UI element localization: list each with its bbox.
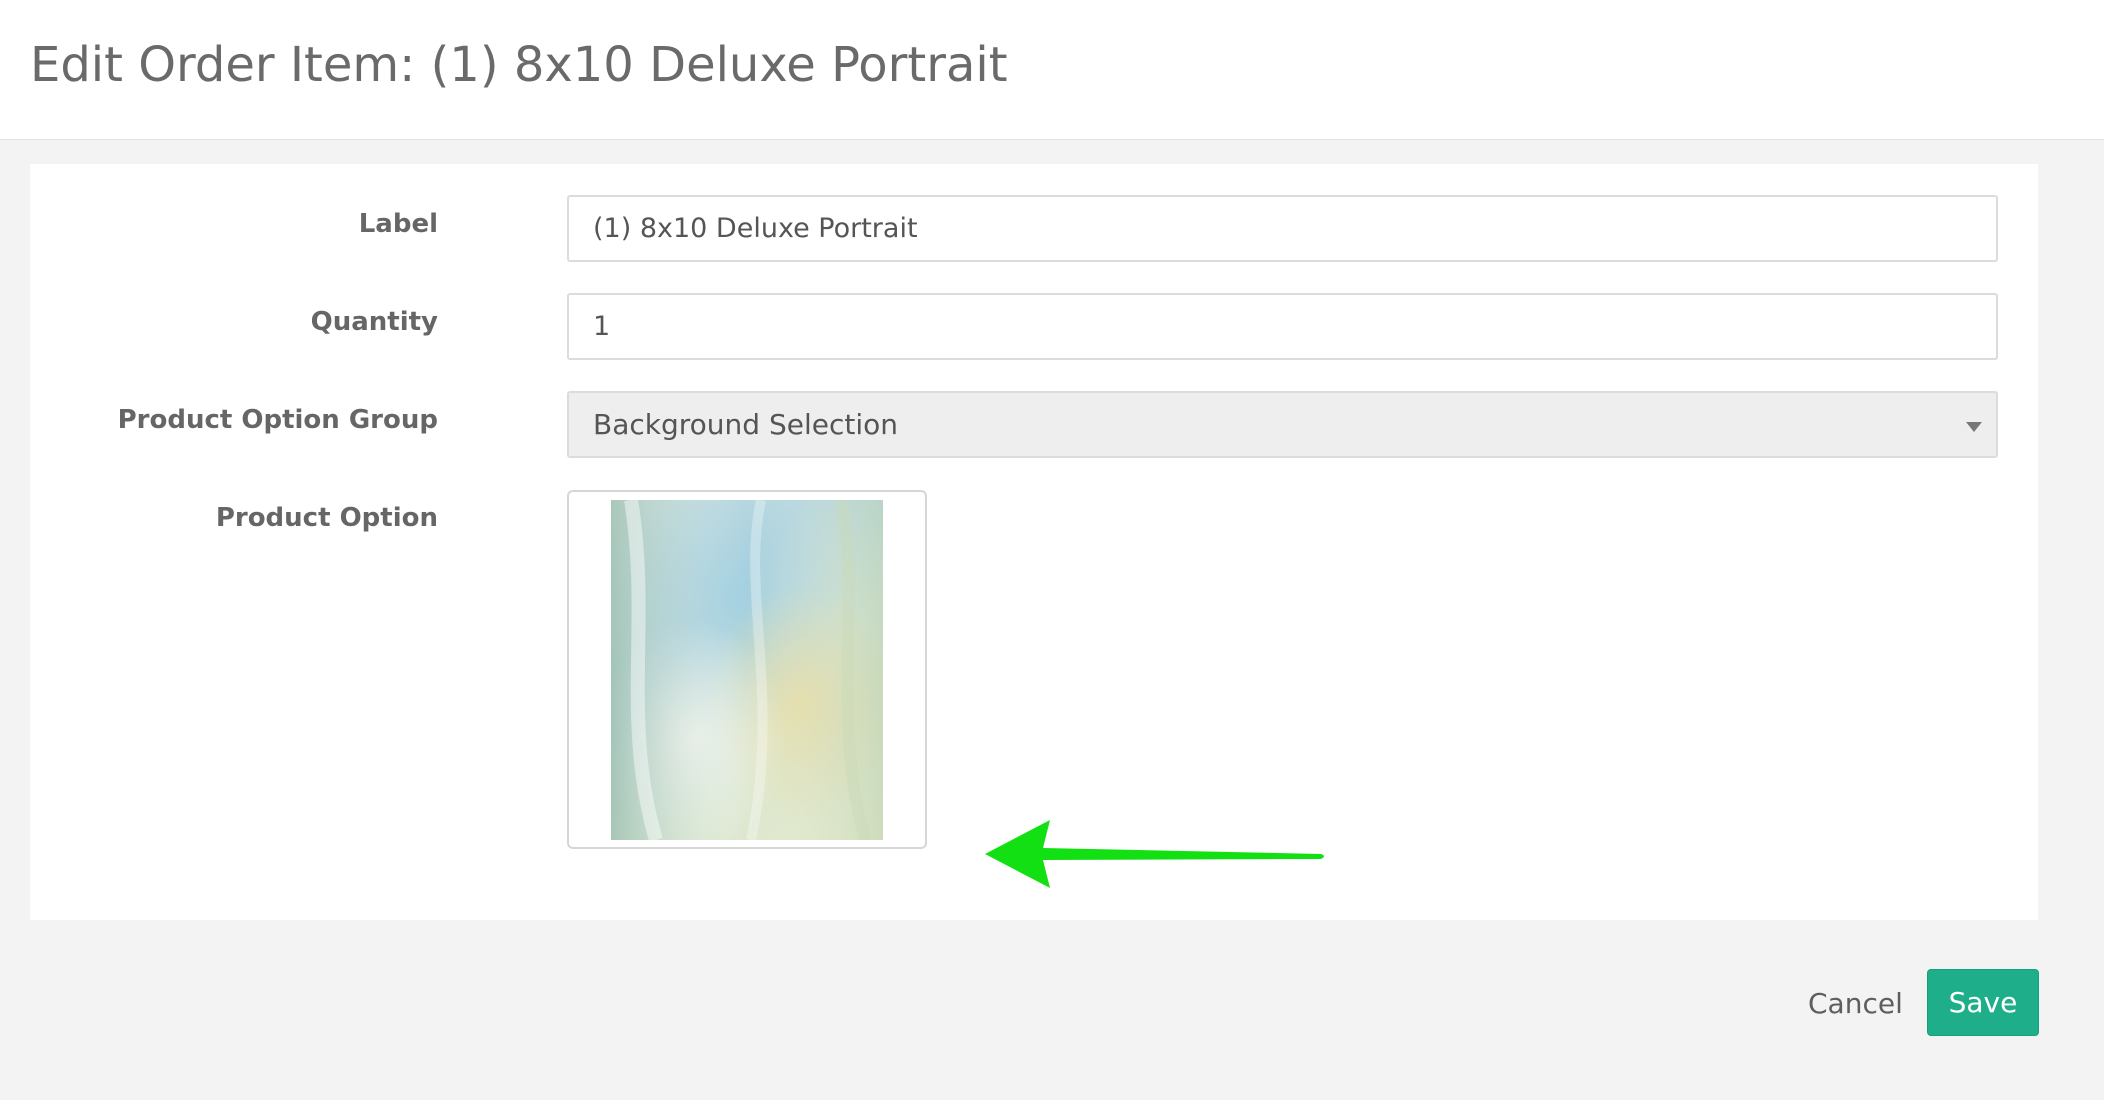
form-panel: Label Quantity Product Option Group Back… xyxy=(30,164,2038,920)
background-swatch-image xyxy=(611,500,883,840)
product-option-field-label: Product Option xyxy=(215,503,438,533)
quantity-field-label: Quantity xyxy=(310,307,438,337)
product-option-group-field-label: Product Option Group xyxy=(117,405,438,435)
cancel-button[interactable]: Cancel xyxy=(1790,974,1921,1034)
label-field-label: Label xyxy=(358,209,438,239)
label-input[interactable] xyxy=(567,195,1998,262)
product-option-group-value: Background Selection xyxy=(593,408,898,441)
page-title: Edit Order Item: (1) 8x10 Deluxe Portrai… xyxy=(30,37,1008,93)
product-option-card[interactable] xyxy=(567,490,927,849)
quantity-input[interactable] xyxy=(567,293,1998,360)
arrow-annotation-icon xyxy=(985,820,1324,888)
page-header: Edit Order Item: (1) 8x10 Deluxe Portrai… xyxy=(0,0,2104,140)
save-button[interactable]: Save xyxy=(1927,969,2039,1036)
chevron-down-icon xyxy=(1966,422,1982,432)
product-option-group-select[interactable]: Background Selection xyxy=(567,391,1998,458)
